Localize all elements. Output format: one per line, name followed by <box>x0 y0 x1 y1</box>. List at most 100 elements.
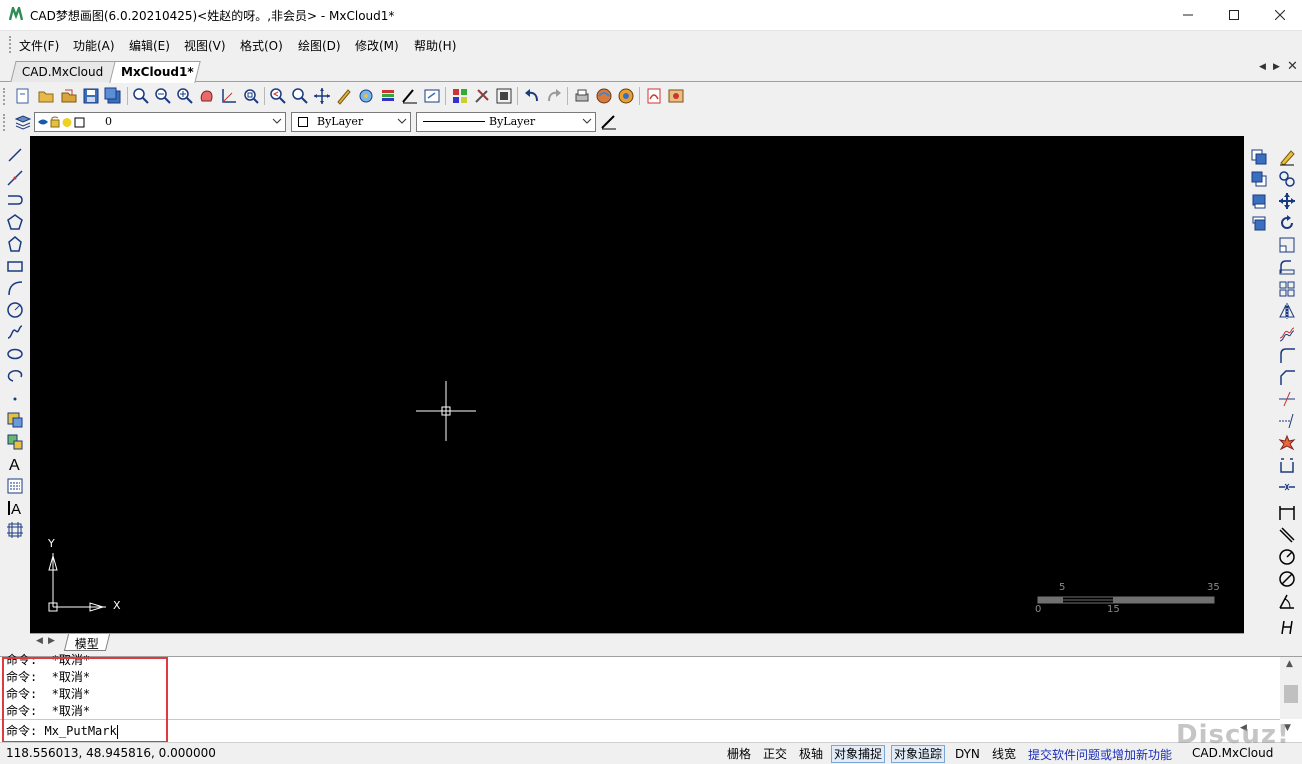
line-icon[interactable] <box>6 146 24 164</box>
export-pdf-icon[interactable] <box>645 87 663 105</box>
menu-grip[interactable] <box>9 36 12 53</box>
mirror-icon[interactable] <box>1278 302 1296 320</box>
scale-icon[interactable] <box>1278 236 1296 254</box>
layout-prev-icon[interactable]: ◀ <box>36 636 43 646</box>
circle-icon[interactable] <box>6 301 24 319</box>
offset-icon[interactable] <box>1278 324 1296 342</box>
bring-to-front-icon[interactable] <box>1250 148 1268 166</box>
mtext-icon[interactable]: A <box>6 499 24 517</box>
fillet-icon[interactable] <box>1278 346 1296 364</box>
revcloud-icon[interactable] <box>6 235 24 253</box>
rectangle-icon[interactable] <box>6 257 24 275</box>
explode-icon[interactable] <box>1278 434 1296 452</box>
extend-icon[interactable] <box>1278 412 1296 430</box>
send-to-back-icon[interactable] <box>1250 170 1268 188</box>
feedback-link[interactable]: 提交软件问题或增加新功能 <box>1028 746 1172 763</box>
trim-icon[interactable] <box>1278 390 1296 408</box>
ellipse-arc-icon[interactable] <box>6 367 24 385</box>
drawing-canvas[interactable]: Y X 5 35 0 15 <box>30 136 1244 633</box>
zoom-realtime-icon[interactable] <box>154 87 172 105</box>
layer-properties-icon[interactable] <box>14 113 32 131</box>
zoom-in-icon[interactable] <box>176 87 194 105</box>
move-icon[interactable] <box>1278 192 1296 210</box>
menu-modify[interactable]: 修改(M) <box>355 37 399 54</box>
drawing-settings-icon[interactable] <box>495 87 513 105</box>
zoom-previous-icon[interactable] <box>269 87 287 105</box>
break-icon[interactable] <box>1278 456 1296 474</box>
dyn-toggle[interactable]: DYN <box>952 745 983 763</box>
tab-model[interactable]: 模型 <box>63 634 111 651</box>
menu-format[interactable]: 格式(O) <box>240 37 283 54</box>
arc-icon[interactable] <box>6 279 24 297</box>
array-icon[interactable] <box>1278 280 1296 298</box>
dim-diameter-icon[interactable] <box>1278 570 1296 588</box>
polygon-icon[interactable] <box>6 213 24 231</box>
polyline-icon[interactable] <box>6 191 24 209</box>
erase-icon[interactable] <box>1278 148 1296 166</box>
zoom-scale-icon[interactable] <box>291 87 309 105</box>
dim-linear-icon[interactable] <box>1278 504 1296 522</box>
scrollbar-thumb[interactable] <box>1284 685 1298 703</box>
move-view-icon[interactable] <box>313 87 331 105</box>
command-input-line[interactable]: 命令: Mx_PutMark <box>6 722 118 739</box>
toolbar-grip[interactable] <box>3 114 6 131</box>
copy-icon[interactable] <box>1278 170 1296 188</box>
menu-function[interactable]: 功能(A) <box>73 37 115 54</box>
text-icon[interactable]: A <box>6 455 24 473</box>
open-template-icon[interactable] <box>60 87 78 105</box>
point-icon[interactable] <box>6 389 24 407</box>
chamfer-icon[interactable] <box>1278 368 1296 386</box>
xline-icon[interactable] <box>6 169 24 187</box>
minimize-button[interactable] <box>1165 0 1211 30</box>
bring-above-icon[interactable] <box>1250 192 1268 210</box>
tab-mxcloud1[interactable]: MxCloud1* <box>109 61 201 83</box>
osnap-toggle[interactable]: 对象捕捉 <box>831 745 886 763</box>
make-block-icon[interactable] <box>6 433 24 451</box>
dim-edit-icon[interactable] <box>1278 618 1296 636</box>
command-scrollbar[interactable]: ▲ <box>1280 657 1302 719</box>
lineweight-toggle[interactable]: 线宽 <box>989 745 1019 763</box>
dim-radius-icon[interactable] <box>1278 548 1296 566</box>
print-icon[interactable] <box>573 87 591 105</box>
ellipse-icon[interactable] <box>6 345 24 363</box>
menu-draw[interactable]: 绘图(D) <box>298 37 341 54</box>
scroll-up-icon[interactable]: ▲ <box>1286 659 1293 669</box>
menu-help[interactable]: 帮助(H) <box>414 37 456 54</box>
export-image-icon[interactable] <box>667 87 685 105</box>
join-icon[interactable] <box>1278 478 1296 496</box>
properties-icon[interactable] <box>423 87 441 105</box>
layer-dropdown[interactable]: 0 <box>34 112 286 132</box>
close-button[interactable] <box>1257 0 1302 30</box>
linetype-dropdown[interactable]: ByLayer <box>416 112 596 132</box>
block-insert-icon[interactable] <box>451 87 469 105</box>
stretch-icon[interactable] <box>1278 258 1296 276</box>
linetype-icon[interactable] <box>401 87 419 105</box>
layout-next-icon[interactable]: ▶ <box>48 636 55 646</box>
pan-icon[interactable] <box>198 87 216 105</box>
menu-file[interactable]: 文件(F) <box>19 37 59 54</box>
dim-angular-icon[interactable] <box>1278 592 1296 610</box>
toolbar-grip[interactable] <box>3 88 6 105</box>
layer-manager-icon[interactable] <box>357 87 375 105</box>
match-properties-icon[interactable] <box>335 87 353 105</box>
lineweight-icon[interactable] <box>600 113 618 131</box>
menu-edit[interactable]: 编辑(E) <box>129 37 170 54</box>
send-under-icon[interactable] <box>1250 214 1268 232</box>
open-file-icon[interactable] <box>37 87 55 105</box>
save-icon[interactable] <box>82 87 100 105</box>
zoom-window-icon[interactable] <box>132 87 150 105</box>
new-file-icon[interactable] <box>14 87 32 105</box>
layer-states-icon[interactable] <box>379 87 397 105</box>
hatch-icon[interactable] <box>6 477 24 495</box>
tab-close-icon[interactable]: ✕ <box>1287 59 1298 74</box>
ucs-icon[interactable] <box>220 87 238 105</box>
redo-icon[interactable] <box>545 87 563 105</box>
spline-icon[interactable] <box>6 323 24 341</box>
tab-cad-mxcloud[interactable]: CAD.MxCloud <box>10 61 120 82</box>
rotate-icon[interactable] <box>1278 214 1296 232</box>
grid-toggle[interactable]: 栅格 <box>724 745 754 763</box>
table-icon[interactable] <box>6 521 24 539</box>
insert-block-icon[interactable] <box>6 411 24 429</box>
tab-next-icon[interactable]: ▶ <box>1273 62 1280 72</box>
dim-aligned-icon[interactable] <box>1278 526 1296 544</box>
